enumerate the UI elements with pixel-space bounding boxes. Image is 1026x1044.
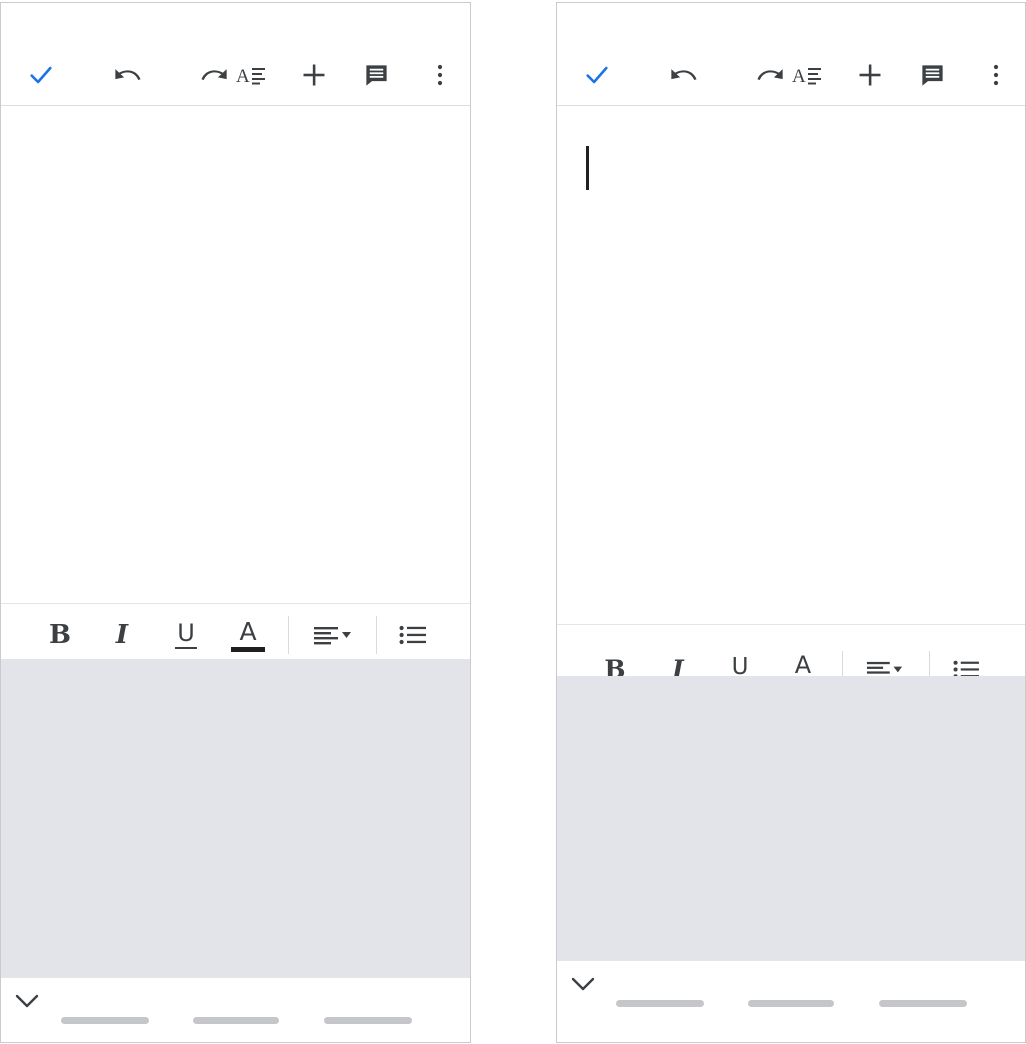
redo-icon (757, 69, 783, 81)
bottom-nav-bar (1, 977, 470, 1041)
align-left-dropdown-icon (314, 627, 351, 645)
plus-icon (303, 64, 325, 86)
svg-text:A: A (236, 66, 250, 87)
italic-label: I (115, 620, 129, 650)
app-toolbar: A (1, 3, 470, 106)
bulleted-list-icon (399, 625, 426, 645)
undo-button[interactable] (659, 51, 707, 99)
check-icon (30, 66, 52, 84)
bold-label: B (49, 620, 71, 650)
text-color-label: A (239, 616, 257, 646)
keyboard: あ か さ ◀ (557, 676, 1025, 960)
hide-keyboard-button[interactable] (7, 984, 47, 1018)
text-caret (586, 146, 589, 190)
text-color-label: A (794, 651, 812, 679)
bottom-nav-bar (557, 960, 1025, 1024)
screenshot-stage: A B I U A A B I U A (0, 0, 1026, 1044)
nav-pill-2[interactable] (193, 1017, 279, 1024)
list-button[interactable] (390, 612, 436, 658)
keyboard: あ か さ ◀ (1, 659, 470, 977)
insert-button[interactable] (846, 51, 894, 99)
keyboard-toolbar (1, 659, 470, 715)
more-options-button[interactable] (972, 51, 1020, 99)
format-text-button[interactable]: A (227, 51, 275, 99)
svg-text:A: A (792, 66, 806, 87)
phone-panel-right: A B I U A (556, 2, 1026, 1043)
underline-label: U (177, 619, 195, 647)
text-color-swatch (231, 646, 265, 652)
nav-pill-3[interactable] (879, 1000, 967, 1007)
keyboard-toolbar (557, 676, 1025, 732)
phone-panel-left: A B I U A (0, 2, 471, 1043)
comment-icon (365, 64, 387, 86)
undo-button[interactable] (103, 51, 151, 99)
nav-pill-1[interactable] (61, 1017, 149, 1024)
nav-pill-1[interactable] (616, 1000, 704, 1007)
italic-button[interactable]: I (99, 612, 145, 658)
format-divider-2 (376, 616, 377, 654)
redo-icon (201, 69, 227, 81)
insert-button[interactable] (290, 51, 338, 99)
format-text-button[interactable]: A (783, 51, 831, 99)
format-divider-1 (288, 616, 289, 654)
formatting-toolbar: B I U A (1, 603, 470, 659)
comment-button[interactable] (908, 51, 956, 99)
accept-check-button[interactable] (573, 51, 621, 99)
nav-pill-3[interactable] (324, 1017, 412, 1024)
chevron-down-icon (15, 994, 39, 1008)
text-color-button[interactable]: A (225, 610, 271, 660)
plus-icon (859, 64, 881, 86)
overflow-menu-icon (993, 64, 999, 86)
bold-button[interactable]: B (37, 612, 83, 658)
more-options-button[interactable] (416, 51, 464, 99)
overflow-menu-icon (437, 64, 443, 86)
document-canvas[interactable] (1, 106, 470, 603)
undo-icon (115, 69, 141, 81)
undo-icon (671, 69, 697, 81)
accept-check-button[interactable] (17, 51, 65, 99)
comment-icon (921, 64, 943, 86)
text-format-icon: A (236, 66, 265, 87)
underline-rule (175, 647, 197, 649)
nav-pill-2[interactable] (748, 1000, 834, 1007)
align-button[interactable] (305, 612, 361, 658)
document-canvas[interactable] (557, 106, 1025, 624)
underline-button[interactable]: U (163, 612, 209, 658)
chevron-down-icon (571, 977, 595, 991)
check-icon (586, 66, 608, 84)
app-toolbar: A (557, 3, 1025, 106)
comment-button[interactable] (352, 51, 400, 99)
formatting-toolbar: B I U A (557, 624, 1025, 687)
hide-keyboard-button[interactable] (563, 967, 603, 1001)
text-format-icon: A (792, 66, 821, 87)
